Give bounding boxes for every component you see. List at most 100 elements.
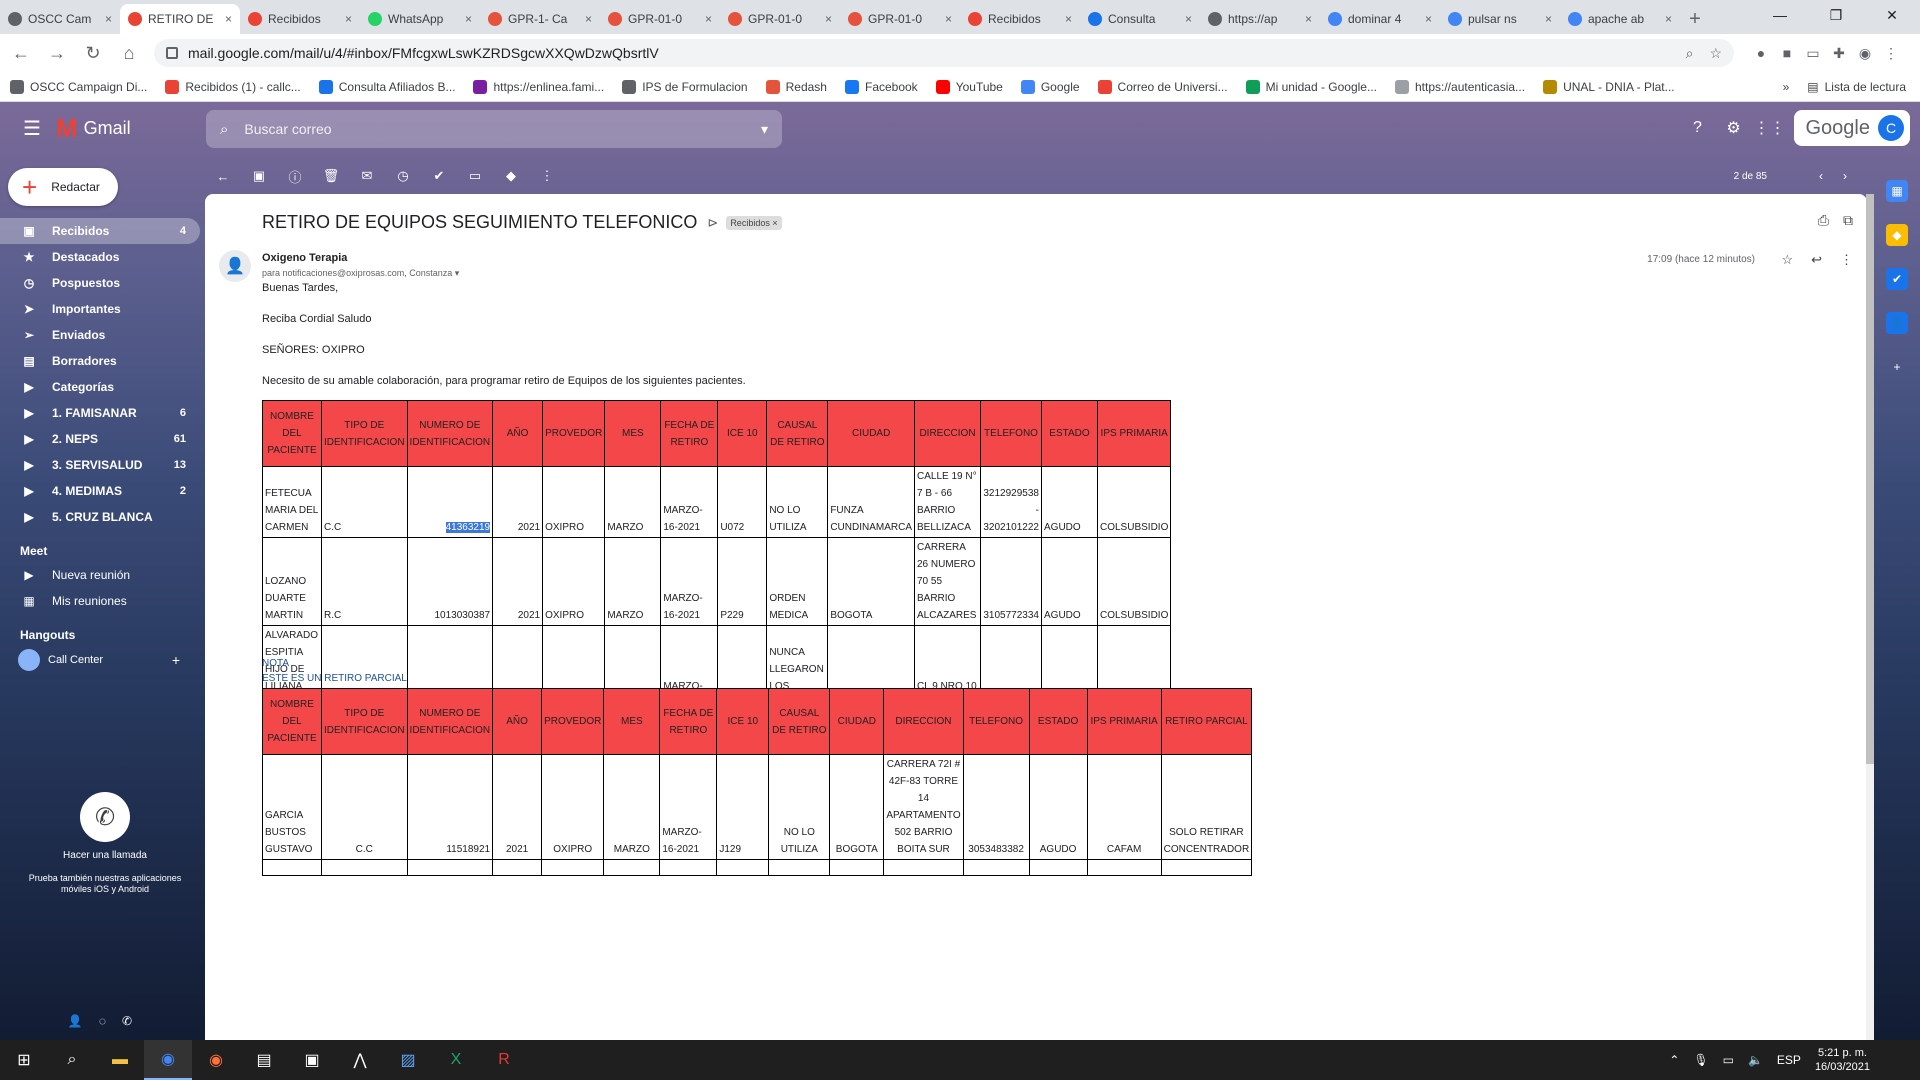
- message-scrollbar[interactable]: [1866, 194, 1874, 1040]
- close-icon[interactable]: ×: [585, 12, 592, 26]
- close-icon[interactable]: ×: [1425, 12, 1432, 26]
- search-options-icon[interactable]: ▾: [761, 121, 768, 138]
- browser-tab[interactable]: dominar 4 ×: [1320, 4, 1440, 34]
- browser-tab-active[interactable]: RETIRO DE ×: [120, 4, 240, 34]
- browser-tab[interactable]: OSCC Cam ×: [0, 4, 120, 34]
- next-icon[interactable]: ›: [1843, 169, 1847, 183]
- bookmark[interactable]: YouTube: [935, 79, 1003, 94]
- search-input[interactable]: ⌕ Buscar correo ▾: [206, 110, 782, 148]
- windows-start-icon[interactable]: ⊞: [0, 1040, 48, 1080]
- network-icon[interactable]: ▭: [1723, 1053, 1734, 1067]
- important-marker-icon[interactable]: ⊳: [707, 215, 718, 231]
- inbox-label-chip[interactable]: Recibidos ×: [726, 215, 782, 230]
- sidebar-item-cruz-blanca[interactable]: ▶ 5. CRUZ BLANCA: [0, 504, 200, 530]
- browser-tab[interactable]: GPR-1- Ca ×: [480, 4, 600, 34]
- prev-icon[interactable]: ‹: [1819, 169, 1823, 183]
- spam-icon[interactable]: ⓘ: [277, 167, 313, 186]
- snooze-icon[interactable]: ◷: [385, 168, 421, 184]
- open-new-window-icon[interactable]: ⧉: [1843, 212, 1853, 229]
- bookmark-star-icon[interactable]: ☆: [1709, 45, 1722, 62]
- scrollbar-thumb[interactable]: [1866, 194, 1874, 764]
- sidebar-item-importantes[interactable]: ➤ Importantes: [0, 296, 200, 322]
- chat-icon[interactable]: ◌: [99, 1014, 106, 1040]
- close-icon[interactable]: ×: [825, 12, 832, 26]
- more-bookmarks-icon[interactable]: »: [1783, 80, 1790, 94]
- sidebar-item-pospuestos[interactable]: ◷ Pospuestos: [0, 270, 200, 296]
- bookmark[interactable]: https://enlinea.fami...: [473, 79, 604, 94]
- bookmark[interactable]: Facebook: [844, 79, 918, 94]
- search-icon[interactable]: ⌕: [220, 121, 228, 138]
- sidebar-item-medimas[interactable]: ▶ 4. MEDIMAS 2: [0, 478, 200, 504]
- bookmark[interactable]: OSCC Campaign Di...: [10, 79, 147, 94]
- sidebar-item-enviados[interactable]: ➢ Enviados: [0, 322, 200, 348]
- more-icon[interactable]: ⋮: [529, 168, 565, 184]
- reply-icon[interactable]: ↩: [1811, 252, 1822, 268]
- browser-tab[interactable]: pulsar ns ×: [1440, 4, 1560, 34]
- close-icon[interactable]: ×: [1545, 12, 1552, 26]
- tasks-icon[interactable]: ✔: [1886, 268, 1908, 290]
- search-icon[interactable]: ⌕: [48, 1040, 96, 1080]
- close-icon[interactable]: ×: [105, 12, 112, 26]
- extension-icon[interactable]: ■: [1774, 40, 1800, 66]
- bookmark[interactable]: UNAL - DNIA - Plat...: [1543, 79, 1675, 94]
- add-addon-icon[interactable]: +: [1886, 356, 1908, 378]
- firefox-icon[interactable]: ◉: [192, 1040, 240, 1080]
- account-badge[interactable]: Google C: [1793, 110, 1910, 146]
- recipients-line[interactable]: para notificaciones@oxiprosas.com, Const…: [262, 268, 459, 279]
- bookmark[interactable]: Recibidos (1) - callc...: [165, 79, 301, 94]
- sidebar-item-servisalud[interactable]: ▶ 3. SERVISALUD 13: [0, 452, 200, 478]
- new-tab-button[interactable]: +: [1680, 4, 1710, 34]
- apps-grid-icon[interactable]: ⋮⋮: [1752, 118, 1788, 138]
- browser-tab[interactable]: Recibidos ×: [240, 4, 360, 34]
- maximize-icon[interactable]: ❐: [1808, 0, 1864, 30]
- gear-icon[interactable]: ⚙: [1716, 118, 1752, 138]
- app-icon[interactable]: R: [480, 1040, 528, 1080]
- calendar-icon[interactable]: ▦: [1886, 180, 1908, 202]
- close-window-icon[interactable]: ✕: [1864, 0, 1920, 30]
- puzzle-icon[interactable]: ✚: [1826, 40, 1852, 66]
- close-icon[interactable]: ×: [465, 12, 472, 26]
- menu-kebab-icon[interactable]: ⋮: [1878, 40, 1904, 66]
- archive-icon[interactable]: ▣: [241, 168, 277, 184]
- profile-icon[interactable]: ◉: [1852, 40, 1878, 66]
- make-call-link[interactable]: Hacer una llamada: [20, 850, 190, 861]
- meet-new-meeting[interactable]: ▶ Nueva reunión: [0, 562, 200, 588]
- close-icon[interactable]: ×: [345, 12, 352, 26]
- add-task-icon[interactable]: ✔: [421, 168, 457, 184]
- star-icon[interactable]: ☆: [1781, 252, 1793, 268]
- keep-icon[interactable]: ◆: [1886, 224, 1908, 246]
- browser-tab[interactable]: GPR-01-0 ×: [840, 4, 960, 34]
- photos-icon[interactable]: ▨: [384, 1040, 432, 1080]
- extension-icon[interactable]: ▭: [1800, 40, 1826, 66]
- sidebar-item-neps[interactable]: ▶ 2. NEPS 61: [0, 426, 200, 452]
- mark-unread-icon[interactable]: ✉: [349, 168, 385, 184]
- home-icon[interactable]: ⌂: [114, 38, 144, 68]
- address-bar[interactable]: mail.google.com/mail/u/4/#inbox/FMfcgxwL…: [154, 39, 1734, 67]
- help-icon[interactable]: ?: [1680, 119, 1716, 137]
- chevron-down-icon[interactable]: ▾: [455, 268, 460, 278]
- clock[interactable]: 5:21 p. m. 16/03/2021: [1815, 1046, 1870, 1074]
- label-icon[interactable]: ◆: [493, 168, 529, 184]
- phone-icon[interactable]: ✆: [80, 792, 130, 842]
- minimize-icon[interactable]: —: [1752, 0, 1808, 30]
- bookmark[interactable]: IPS de Formulacion: [622, 79, 748, 94]
- hangouts-user[interactable]: Call Center +: [0, 646, 200, 674]
- app-icon[interactable]: ▣: [288, 1040, 336, 1080]
- add-chat-icon[interactable]: +: [172, 652, 180, 668]
- browser-tab[interactable]: https://ap ×: [1200, 4, 1320, 34]
- move-to-icon[interactable]: ▭: [457, 168, 493, 184]
- person-icon[interactable]: 👤: [68, 1014, 83, 1040]
- extension-icon[interactable]: ●: [1748, 40, 1774, 66]
- chevron-up-icon[interactable]: ⌃: [1669, 1053, 1679, 1067]
- sidebar-item-recibidos[interactable]: ▣ Recibidos 4: [0, 218, 200, 244]
- excel-icon[interactable]: X: [432, 1040, 480, 1080]
- close-icon[interactable]: ×: [1665, 12, 1672, 26]
- close-icon[interactable]: ×: [1065, 12, 1072, 26]
- bookmark[interactable]: Mi unidad - Google...: [1245, 79, 1377, 94]
- chrome-icon[interactable]: ◉: [144, 1040, 192, 1080]
- sidebar-item-borradores[interactable]: ▤ Borradores: [0, 348, 200, 374]
- back-arrow-icon[interactable]: ←: [205, 169, 241, 184]
- back-icon[interactable]: ←: [6, 38, 36, 68]
- browser-tab[interactable]: Recibidos ×: [960, 4, 1080, 34]
- language-indicator[interactable]: ESP: [1777, 1053, 1801, 1067]
